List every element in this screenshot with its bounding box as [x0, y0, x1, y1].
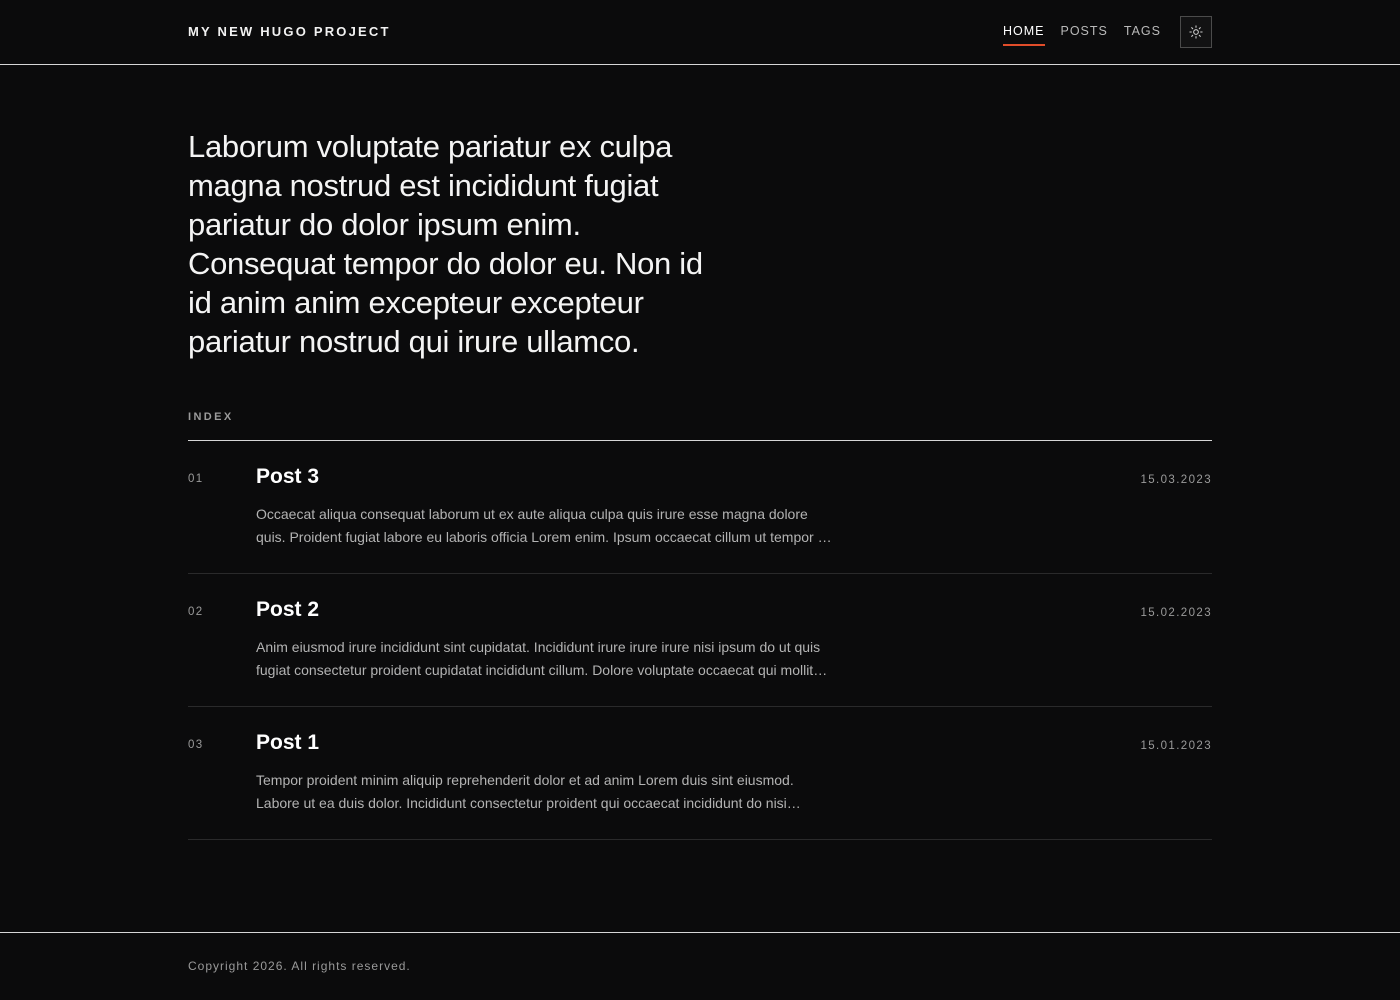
theme-toggle-button[interactable] [1180, 16, 1212, 48]
post-list: 01 Post 3 15.03.2023 Occaecat aliqua con… [188, 441, 1212, 840]
post-list-item: 01 Post 3 15.03.2023 Occaecat aliqua con… [188, 441, 1212, 574]
post-list-item: 02 Post 2 15.02.2023 Anim eiusmod irure … [188, 574, 1212, 707]
site-brand-link[interactable]: MY NEW HUGO PROJECT [188, 24, 391, 39]
post-date: 15.01.2023 [1140, 740, 1212, 752]
post-list-item: 03 Post 1 15.01.2023 Tempor proident min… [188, 707, 1212, 840]
site-footer: Copyright 2026. All rights reserved. [0, 932, 1400, 1000]
post-date: 15.02.2023 [1140, 607, 1212, 619]
nav-item-home[interactable]: HOME [1003, 24, 1045, 46]
post-number: 02 [188, 606, 204, 618]
post-excerpt: Occaecat aliqua consequat laborum ut ex … [256, 506, 832, 545]
index-heading: INDEX [188, 411, 234, 423]
post-number: 01 [188, 473, 204, 485]
nav-item-tags[interactable]: TAGS [1124, 24, 1161, 46]
post-date: 15.03.2023 [1140, 474, 1212, 486]
main-nav: HOME POSTS TAGS [1003, 24, 1161, 46]
nav-item-posts[interactable]: POSTS [1061, 24, 1108, 46]
copyright-text: Copyright 2026. All rights reserved. [188, 959, 411, 973]
site-header: MY NEW HUGO PROJECT HOME POSTS TAGS [0, 0, 1400, 65]
post-excerpt: Tempor proident minim aliquip reprehende… [256, 772, 801, 811]
sun-icon [1189, 25, 1203, 39]
post-title-link[interactable]: Post 2 [256, 598, 319, 622]
post-excerpt: Anim eiusmod irure incididunt sint cupid… [256, 639, 828, 678]
post-number: 03 [188, 739, 204, 751]
post-title-link[interactable]: Post 1 [256, 731, 319, 755]
hero-intro-text: Laborum voluptate pariatur ex culpa magn… [188, 129, 703, 359]
post-title-link[interactable]: Post 3 [256, 465, 319, 489]
